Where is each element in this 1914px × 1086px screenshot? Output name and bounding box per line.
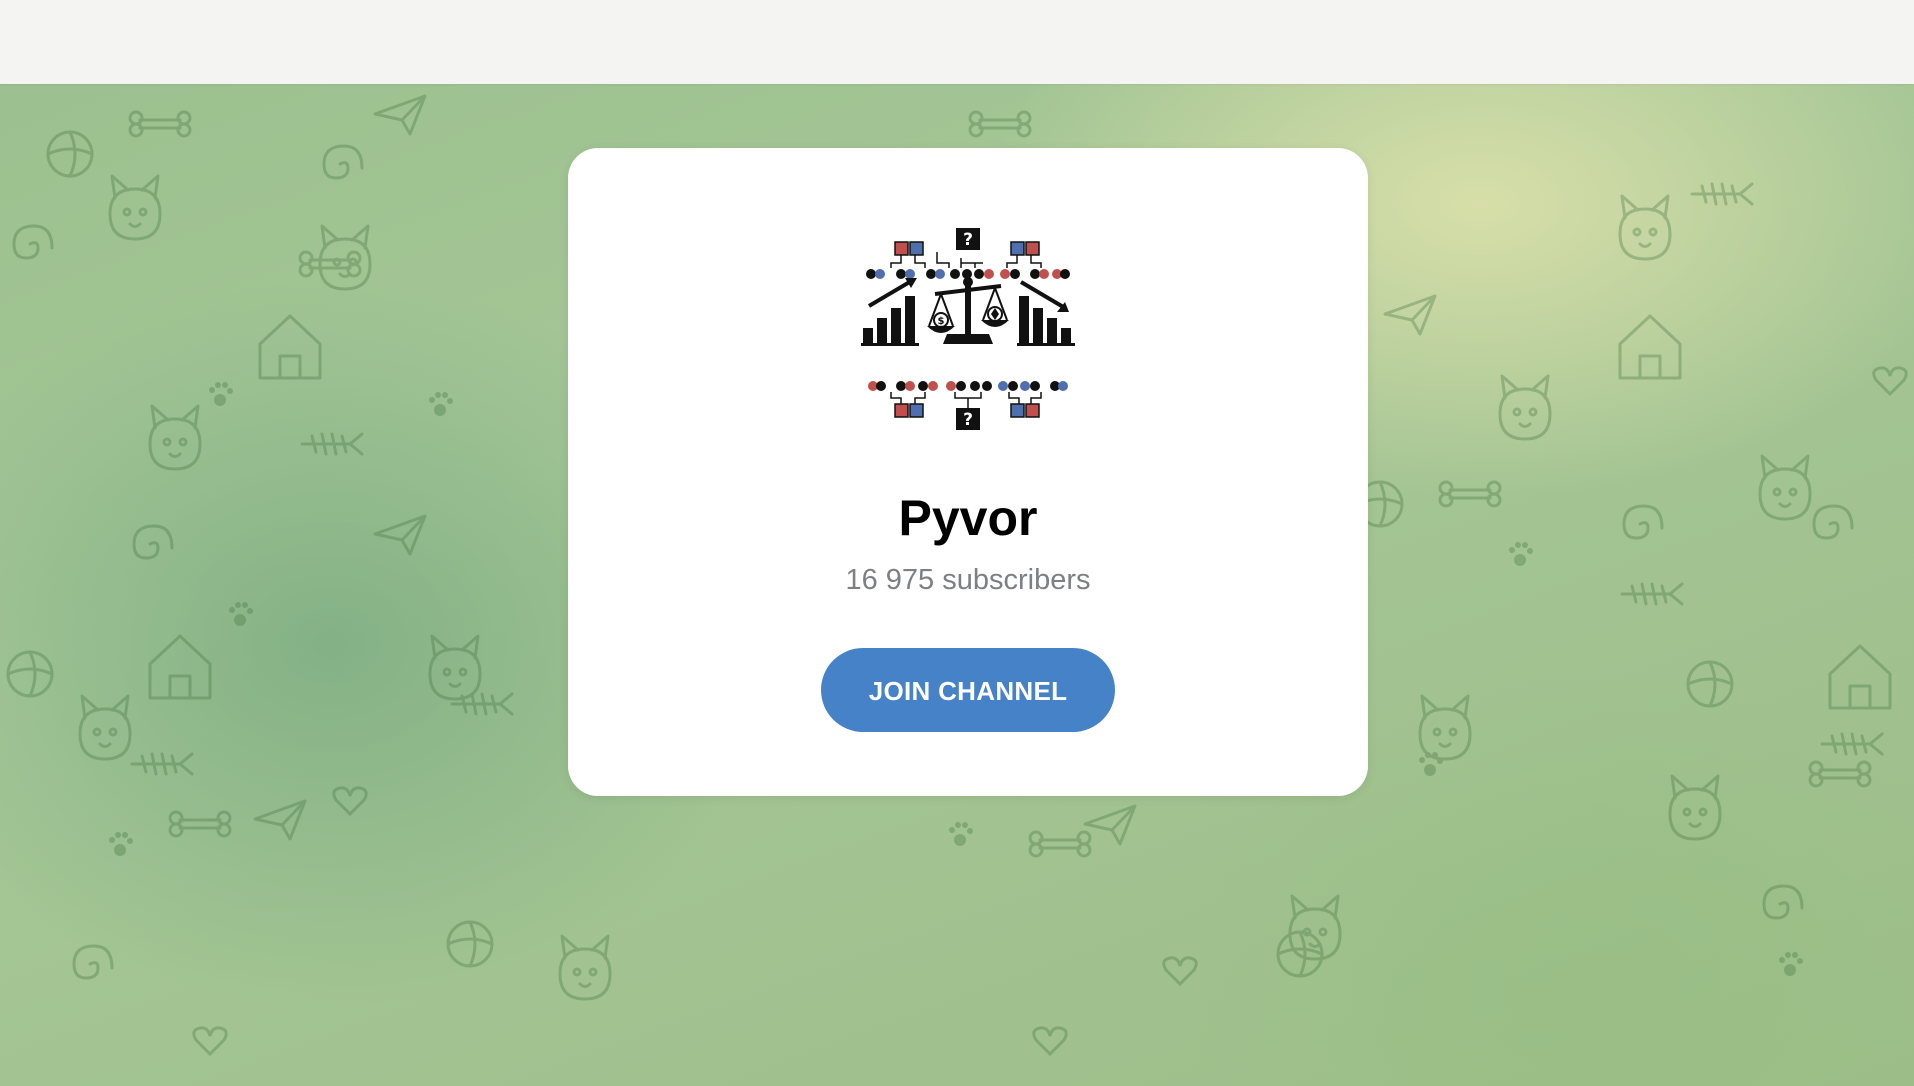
subscriber-count: 16 975 subscribers <box>845 564 1091 596</box>
svg-text:$: $ <box>938 316 945 327</box>
channel-title: Pyvor <box>898 490 1038 546</box>
channel-avatar-icon: ? $ ? <box>861 228 1075 430</box>
join-channel-button[interactable]: JOIN CHANNEL <box>821 648 1115 732</box>
top-bar <box>0 0 1914 84</box>
channel-card: ? $ ? Pyvor 16 975 subscribers JOIN CHAN… <box>568 148 1368 796</box>
svg-text:?: ? <box>963 410 973 430</box>
svg-text:?: ? <box>963 230 973 250</box>
